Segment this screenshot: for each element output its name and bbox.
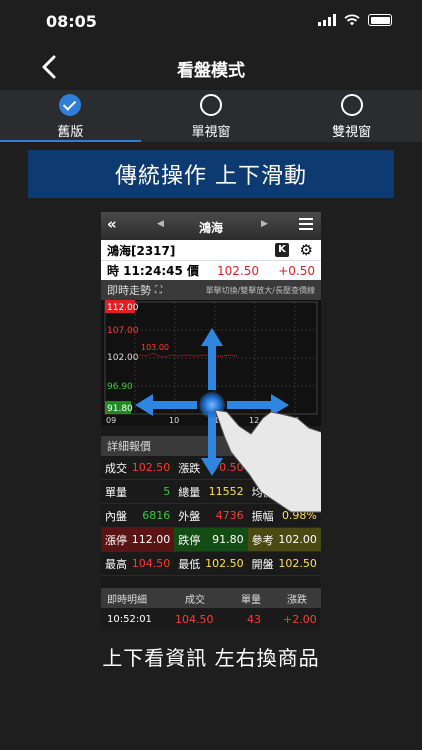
status-time: 08:05 (46, 12, 97, 31)
signal-icon (318, 14, 336, 26)
tab-dual-window[interactable]: 雙視窗 (281, 90, 422, 142)
tab-underline (0, 140, 141, 142)
wifi-icon (344, 14, 360, 26)
radio-unchecked-icon (340, 94, 363, 116)
status-icons (318, 14, 392, 26)
arrow-up-icon (201, 328, 223, 390)
tab-single-window[interactable]: 單視窗 (141, 90, 282, 142)
tab-label: 雙視窗 (332, 125, 372, 140)
tab-classic[interactable]: 舊版 (0, 90, 141, 142)
arrow-left-icon (135, 394, 197, 416)
arrow-right-icon (227, 394, 289, 416)
preview-screenshot: « ◀ 鴻海 ▶ 鴻海[2317] K ⚙ 時 11:24:45 價 102.5… (101, 212, 321, 630)
page-title: 看盤模式 (177, 61, 245, 81)
tab-label: 單視窗 (191, 125, 231, 140)
tab-label: 舊版 (57, 125, 84, 140)
instruction-caption: 上下看資訊 左右換商品 (102, 646, 320, 670)
mode-tabs: 舊版 單視窗 雙視窗 (0, 90, 422, 142)
radio-checked-icon (59, 94, 82, 116)
mode-banner: 傳統操作 上下滑動 (28, 150, 394, 198)
status-bar: 08:05 (0, 0, 422, 44)
radio-unchecked-icon (200, 94, 222, 116)
hand-pointer-icon (214, 409, 321, 513)
nav-bar: 看盤模式 (0, 44, 422, 90)
swipe-gesture-overlay (135, 328, 321, 513)
battery-icon (368, 14, 392, 26)
